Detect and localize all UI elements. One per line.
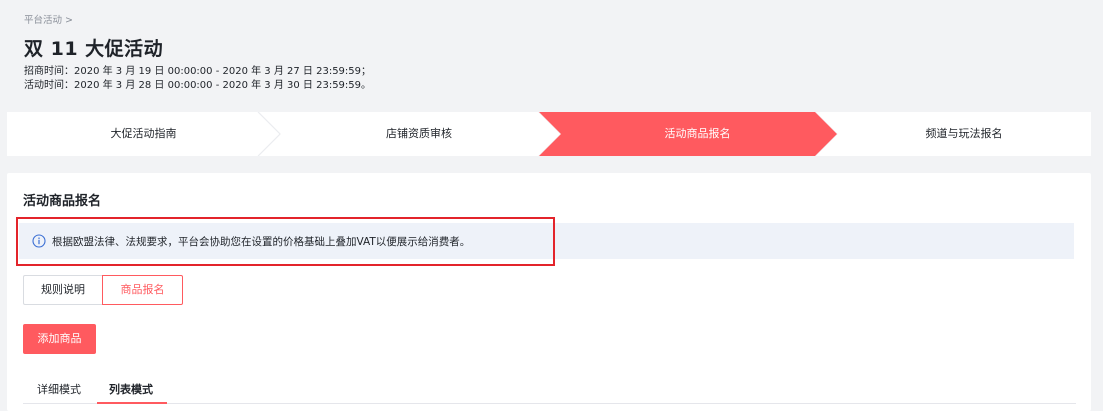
active-tab-indicator — [97, 402, 167, 404]
tab-detail-mode[interactable]: 详细模式 — [37, 381, 81, 397]
segment-goods[interactable]: 商品报名 — [102, 275, 183, 305]
add-goods-button[interactable]: 添加商品 — [23, 324, 96, 354]
breadcrumb-parent-link[interactable]: 平台活动 — [24, 15, 62, 26]
segment-rules[interactable]: 规则说明 — [23, 275, 102, 305]
goods-signup-card: 活动商品报名 根据欧盟法律、法规要求，平台会协助您在设置的价格基础上叠加VAT以… — [7, 173, 1091, 411]
page-title: 双 11 大促活动 — [24, 38, 164, 60]
view-mode-tabs: 详细模式 列表模式 — [23, 373, 1076, 404]
step-goods-signup[interactable]: 活动商品报名 — [560, 112, 835, 156]
recruit-time: 招商时间：2020 年 3 月 19 日 00:00:00 - 2020 年 3… — [24, 66, 372, 77]
progress-steps: 大促活动指南 店铺资质审核 活动商品报名 频道与玩法报名 — [7, 112, 1091, 156]
step-channel-signup[interactable]: 频道与玩法报名 — [837, 112, 1091, 156]
breadcrumb: 平台活动 > — [24, 12, 73, 26]
step-qualification[interactable]: 店铺资质审核 — [280, 112, 558, 156]
highlight-annotation-box — [16, 217, 555, 266]
breadcrumb-separator: > — [65, 15, 73, 26]
tab-list-mode[interactable]: 列表模式 — [109, 381, 153, 397]
section-title: 活动商品报名 — [23, 194, 102, 209]
step-guide[interactable]: 大促活动指南 — [7, 112, 280, 156]
activity-time: 活动时间：2020 年 3 月 28 日 00:00:00 - 2020 年 3… — [24, 80, 372, 91]
